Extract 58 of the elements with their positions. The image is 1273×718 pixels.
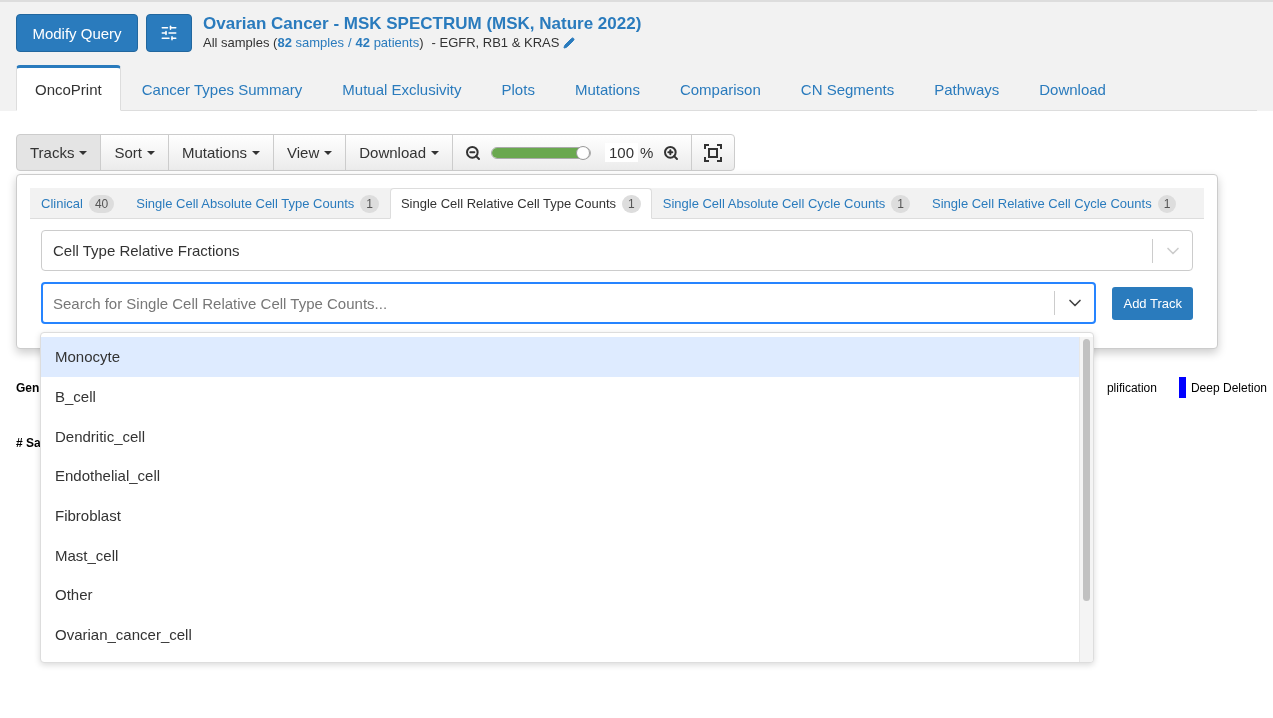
count-badge: 1 [1157,194,1177,213]
fit-icon [704,143,723,162]
tab[interactable]: Download [1020,65,1125,111]
search-input[interactable]: Search for Single Cell Relative Cell Type Counts... [43,293,1055,313]
count-badge: 1 [622,194,641,213]
track-tab[interactable]: Single Cell Absolute Cell Type Counts 1 [125,188,390,219]
caret-icon [146,150,155,155]
percent-sign: % [640,144,654,161]
menu-button[interactable]: Download [345,134,453,171]
track-tab[interactable]: Single Cell Relative Cell Cycle Counts 1 [921,188,1188,219]
row-label: # Sa [16,436,41,450]
zoom-in-icon[interactable] [663,144,680,161]
zoom-slider[interactable] [491,146,591,159]
menu-button[interactable]: Sort [100,134,169,171]
patients-link[interactable]: 42 patients [355,34,420,51]
tab[interactable]: OncoPrint [16,65,121,111]
tab[interactable]: Comparison [660,65,780,111]
fit-button[interactable] [691,134,736,171]
track-select[interactable]: Cell Type Relative Fractions [41,230,1193,271]
caret-icon [431,150,439,155]
separator-text: / [346,34,353,51]
menu-button[interactable]: View [273,134,347,171]
tab[interactable]: Cancer Types Summary [122,65,322,111]
samples-link[interactable]: 82 samples [277,34,344,51]
tab[interactable]: Mutual Exclusivity [323,65,481,111]
study-title: Ovarian Cancer - MSK SPECTRUM (MSK, Nature 2022) [203,14,642,34]
scrollbar[interactable] [1079,337,1093,662]
sliders-icon [160,23,178,43]
tab[interactable]: Pathways [915,65,1019,111]
tab[interactable]: CN Segments [781,65,914,111]
zoom-out-icon[interactable] [465,144,481,161]
menu-button[interactable]: Tracks [16,134,102,171]
menu-button[interactable]: Mutations [167,134,274,171]
tab[interactable]: Plots [482,65,554,111]
pencil-icon[interactable] [563,36,576,49]
settings-button[interactable] [146,14,192,52]
legend-label: plification [1106,380,1157,395]
track-tab[interactable]: Single Cell Relative Cell Type Counts 1 [389,188,652,219]
search-field[interactable]: Search for Single Cell Relative Cell Type Counts... [41,282,1097,324]
caret-icon [252,150,260,155]
menu-option[interactable]: Monocyte [41,337,1079,377]
gene-list: - EGFR, RB1 & KRAS [431,34,560,51]
slider-thumb[interactable] [576,145,591,160]
row-label: Gen [16,380,40,395]
tab[interactable]: Mutations [555,65,659,111]
subtitle-text: All samples ( [203,34,278,51]
caret-icon [79,150,88,155]
track-tab[interactable]: Single Cell Absolute Cell Cycle Counts 1 [651,188,921,219]
modify-query-button[interactable]: Modify Query [16,14,138,52]
caret-icon [324,150,333,155]
legend-label: Deep Deletion [1190,380,1267,395]
count-badge: 1 [360,194,379,213]
track-tab[interactable]: Clinical 40 [30,188,126,219]
count-badge: 1 [891,194,910,213]
zoom-value[interactable]: 100 [605,143,638,162]
add-track-button[interactable]: Add Track [1112,286,1193,320]
subtitle-text: ) [419,34,424,51]
count-badge: 40 [88,194,115,213]
